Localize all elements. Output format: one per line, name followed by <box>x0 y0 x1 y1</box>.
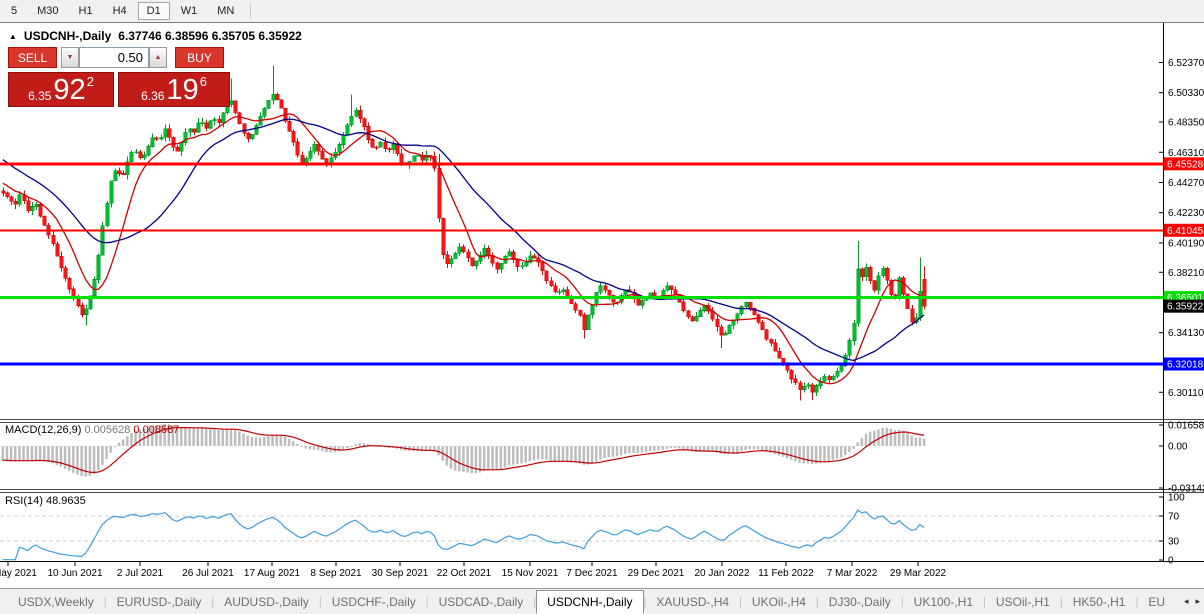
svg-text:10 Jun 2021: 10 Jun 2021 <box>47 568 102 579</box>
svg-text:0.016586: 0.016586 <box>1168 421 1204 432</box>
one-click-trade-panel: SELL ▼ ▲ BUY 6.35 92 2 6.36 19 6 <box>8 47 230 107</box>
svg-text:6.42230: 6.42230 <box>1168 208 1204 219</box>
chart-symbol-label: USDCNH-,Daily <box>23 29 112 43</box>
svg-text:19 May 2021: 19 May 2021 <box>0 568 37 579</box>
svg-text:RSI(14) 48.9635: RSI(14) 48.9635 <box>5 495 86 507</box>
svg-text:6.40190: 6.40190 <box>1168 238 1204 249</box>
svg-text:6.44270: 6.44270 <box>1168 178 1204 189</box>
chart-tab-hk50-h1[interactable]: HK50-,H1 <box>1063 591 1136 613</box>
svg-text:30: 30 <box>1168 537 1180 548</box>
chart-tab-usdchf-daily[interactable]: USDCHF-,Daily <box>322 591 426 613</box>
chart-tab-usdx-weekly[interactable]: USDX,Weekly <box>8 591 104 613</box>
chart-tab-usdcad-daily[interactable]: USDCAD-,Daily <box>429 591 534 613</box>
timeframe-button-5[interactable]: 5 <box>2 2 26 20</box>
svg-text:6.45528: 6.45528 <box>1167 159 1204 170</box>
timeframe-button-D1[interactable]: D1 <box>137 2 170 20</box>
svg-text:15 Nov 2021: 15 Nov 2021 <box>502 568 559 579</box>
sell-price-sup: 2 <box>86 74 94 89</box>
buy-price-sup: 6 <box>199 74 207 89</box>
chart-tab-uk100-h1[interactable]: UK100-,H1 <box>904 591 983 613</box>
svg-text:6.41045: 6.41045 <box>1167 226 1204 237</box>
chart-tab-usoil-h1[interactable]: USOil-,H1 <box>986 591 1060 613</box>
svg-text:20 Jan 2022: 20 Jan 2022 <box>694 568 749 579</box>
trade-panel-controls: SELL ▼ ▲ BUY <box>8 47 230 68</box>
svg-text:6.48350: 6.48350 <box>1168 118 1204 129</box>
sell-button[interactable]: SELL <box>8 47 57 68</box>
svg-text:6.32018: 6.32018 <box>1167 360 1204 371</box>
toolbar-separator <box>250 3 252 19</box>
svg-text:26 Jul 2021: 26 Jul 2021 <box>182 568 234 579</box>
collapse-arrow-icon[interactable]: ▲ <box>9 32 17 41</box>
chart-tab-usdcnh-daily[interactable]: USDCNH-,Daily <box>536 590 644 614</box>
svg-text:11 Feb 2022: 11 Feb 2022 <box>758 568 814 579</box>
chart-tab-audusd-daily[interactable]: AUDUSD-,Daily <box>214 591 319 613</box>
buy-price-button[interactable]: 6.36 19 6 <box>118 72 230 107</box>
chart-tab-xauusd-h4[interactable]: XAUUSD-,H4 <box>646 591 739 613</box>
svg-text:29 Mar 2022: 29 Mar 2022 <box>890 568 947 579</box>
volume-increase-icon[interactable]: ▲ <box>149 47 167 68</box>
timeframe-button-H1[interactable]: H1 <box>70 2 102 20</box>
timeframe-button-W1[interactable]: W1 <box>172 2 207 20</box>
timeframe-button-H4[interactable]: H4 <box>104 2 136 20</box>
svg-text:0.00: 0.00 <box>1168 442 1188 453</box>
chart-tab-ukoil-h4[interactable]: UKOil-,H4 <box>742 591 816 613</box>
price-chart-canvas[interactable]: 6.52370 6.50330 6.48350 6.46310 6.44270 6.422… <box>0 23 1204 589</box>
sell-price-big: 92 <box>53 74 86 106</box>
svg-text:0: 0 <box>1168 556 1174 567</box>
svg-text:100: 100 <box>1168 493 1185 504</box>
svg-text:70: 70 <box>1168 512 1180 523</box>
chart-window: 6.52370 6.50330 6.48350 6.46310 6.44270 6.422… <box>0 22 1204 589</box>
timeframe-button-MN[interactable]: MN <box>208 2 243 20</box>
sell-price-small: 6.35 <box>28 89 52 103</box>
chart-ohlc-values: 6.37746 6.38596 6.35705 6.35922 <box>118 29 302 43</box>
chart-tab-dj30-daily[interactable]: DJ30-,Daily <box>819 591 901 613</box>
svg-text:6.34130: 6.34130 <box>1168 328 1204 339</box>
svg-text:17 Aug 2021: 17 Aug 2021 <box>244 568 301 579</box>
svg-text:6.52370: 6.52370 <box>1168 58 1204 69</box>
svg-text:6.35922: 6.35922 <box>1167 302 1204 313</box>
svg-text:2 Jul 2021: 2 Jul 2021 <box>117 568 164 579</box>
buy-button[interactable]: BUY <box>175 47 224 68</box>
svg-text:22 Oct 2021: 22 Oct 2021 <box>437 568 492 579</box>
trading-terminal: 5 M30 H1 H4 D1 W1 MN 6.52370 6.50330 6.48350 6.46… <box>0 0 1204 614</box>
timeframe-toolbar: 5 M30 H1 H4 D1 W1 MN <box>0 0 1204 22</box>
chart-tab-bar: USDX,Weekly | EURUSD-,Daily | AUDUSD-,Daily |… <box>0 588 1204 614</box>
svg-text:29 Dec 2021: 29 Dec 2021 <box>628 568 685 579</box>
svg-text:6.50330: 6.50330 <box>1168 88 1204 99</box>
svg-text:6.38210: 6.38210 <box>1168 268 1204 279</box>
buy-price-big: 19 <box>166 74 199 106</box>
svg-text:6.46310: 6.46310 <box>1168 148 1204 159</box>
svg-text:7 Mar 2022: 7 Mar 2022 <box>827 568 878 579</box>
buy-price-small: 6.36 <box>141 89 165 103</box>
chart-title: ▲ USDCNH-,Daily 6.37746 6.38596 6.35705 … <box>9 29 302 43</box>
timeframe-button-M30[interactable]: M30 <box>28 2 67 20</box>
svg-text:30 Sep 2021: 30 Sep 2021 <box>372 568 429 579</box>
tab-scroll-arrows: ◂ ▸ <box>1184 596 1200 607</box>
chart-tab-eu[interactable]: EU <box>1138 591 1175 613</box>
volume-input[interactable] <box>79 47 149 68</box>
svg-text:6.30110: 6.30110 <box>1168 388 1204 399</box>
svg-text:7 Dec 2021: 7 Dec 2021 <box>566 568 618 579</box>
sell-price-button[interactable]: 6.35 92 2 <box>8 72 114 107</box>
tab-scroll-right-icon[interactable]: ▸ <box>1195 596 1200 607</box>
chart-tab-eurusd-daily[interactable]: EURUSD-,Daily <box>107 591 212 613</box>
tab-scroll-left-icon[interactable]: ◂ <box>1184 596 1189 607</box>
svg-text:8 Sep 2021: 8 Sep 2021 <box>310 568 362 579</box>
svg-text:MACD(12,26,9) 0.005628 0.00858: MACD(12,26,9) 0.005628 0.008587 <box>5 424 179 436</box>
volume-decrease-icon[interactable]: ▼ <box>61 47 79 68</box>
trade-panel-prices: 6.35 92 2 6.36 19 6 <box>8 72 230 107</box>
